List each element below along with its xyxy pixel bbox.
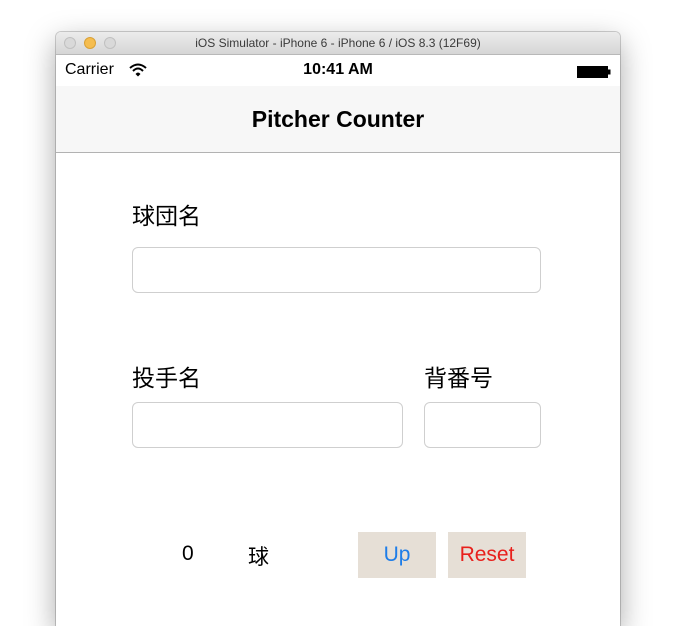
pitch-count-value: 0	[182, 542, 194, 565]
pitcher-name-label: 投手名	[132, 366, 201, 392]
window-title: iOS Simulator - iPhone 6 - iPhone 6 / iO…	[195, 36, 481, 50]
team-name-field[interactable]	[132, 247, 541, 293]
pitch-count-unit: 球	[248, 545, 269, 569]
up-button[interactable]: Up	[358, 532, 436, 578]
ios-status-bar: Carrier 10:41 AM	[56, 55, 620, 86]
team-name-label: 球団名	[132, 204, 201, 230]
status-time: 10:41 AM	[303, 61, 373, 78]
uniform-number-field[interactable]	[424, 402, 541, 448]
battery-icon	[577, 65, 611, 78]
simulator-window: iOS Simulator - iPhone 6 - iPhone 6 / iO…	[56, 32, 620, 626]
uniform-number-label: 背番号	[424, 366, 493, 392]
pitcher-name-field[interactable]	[132, 402, 403, 448]
nav-title: Pitcher Counter	[251, 106, 425, 132]
navigation-bar: Pitcher Counter	[56, 86, 620, 153]
window-titlebar: iOS Simulator - iPhone 6 - iPhone 6 / iO…	[56, 32, 620, 55]
form-content: 球団名 投手名 背番号 0 球 Up Reset	[56, 153, 620, 626]
reset-button[interactable]: Reset	[448, 532, 526, 578]
